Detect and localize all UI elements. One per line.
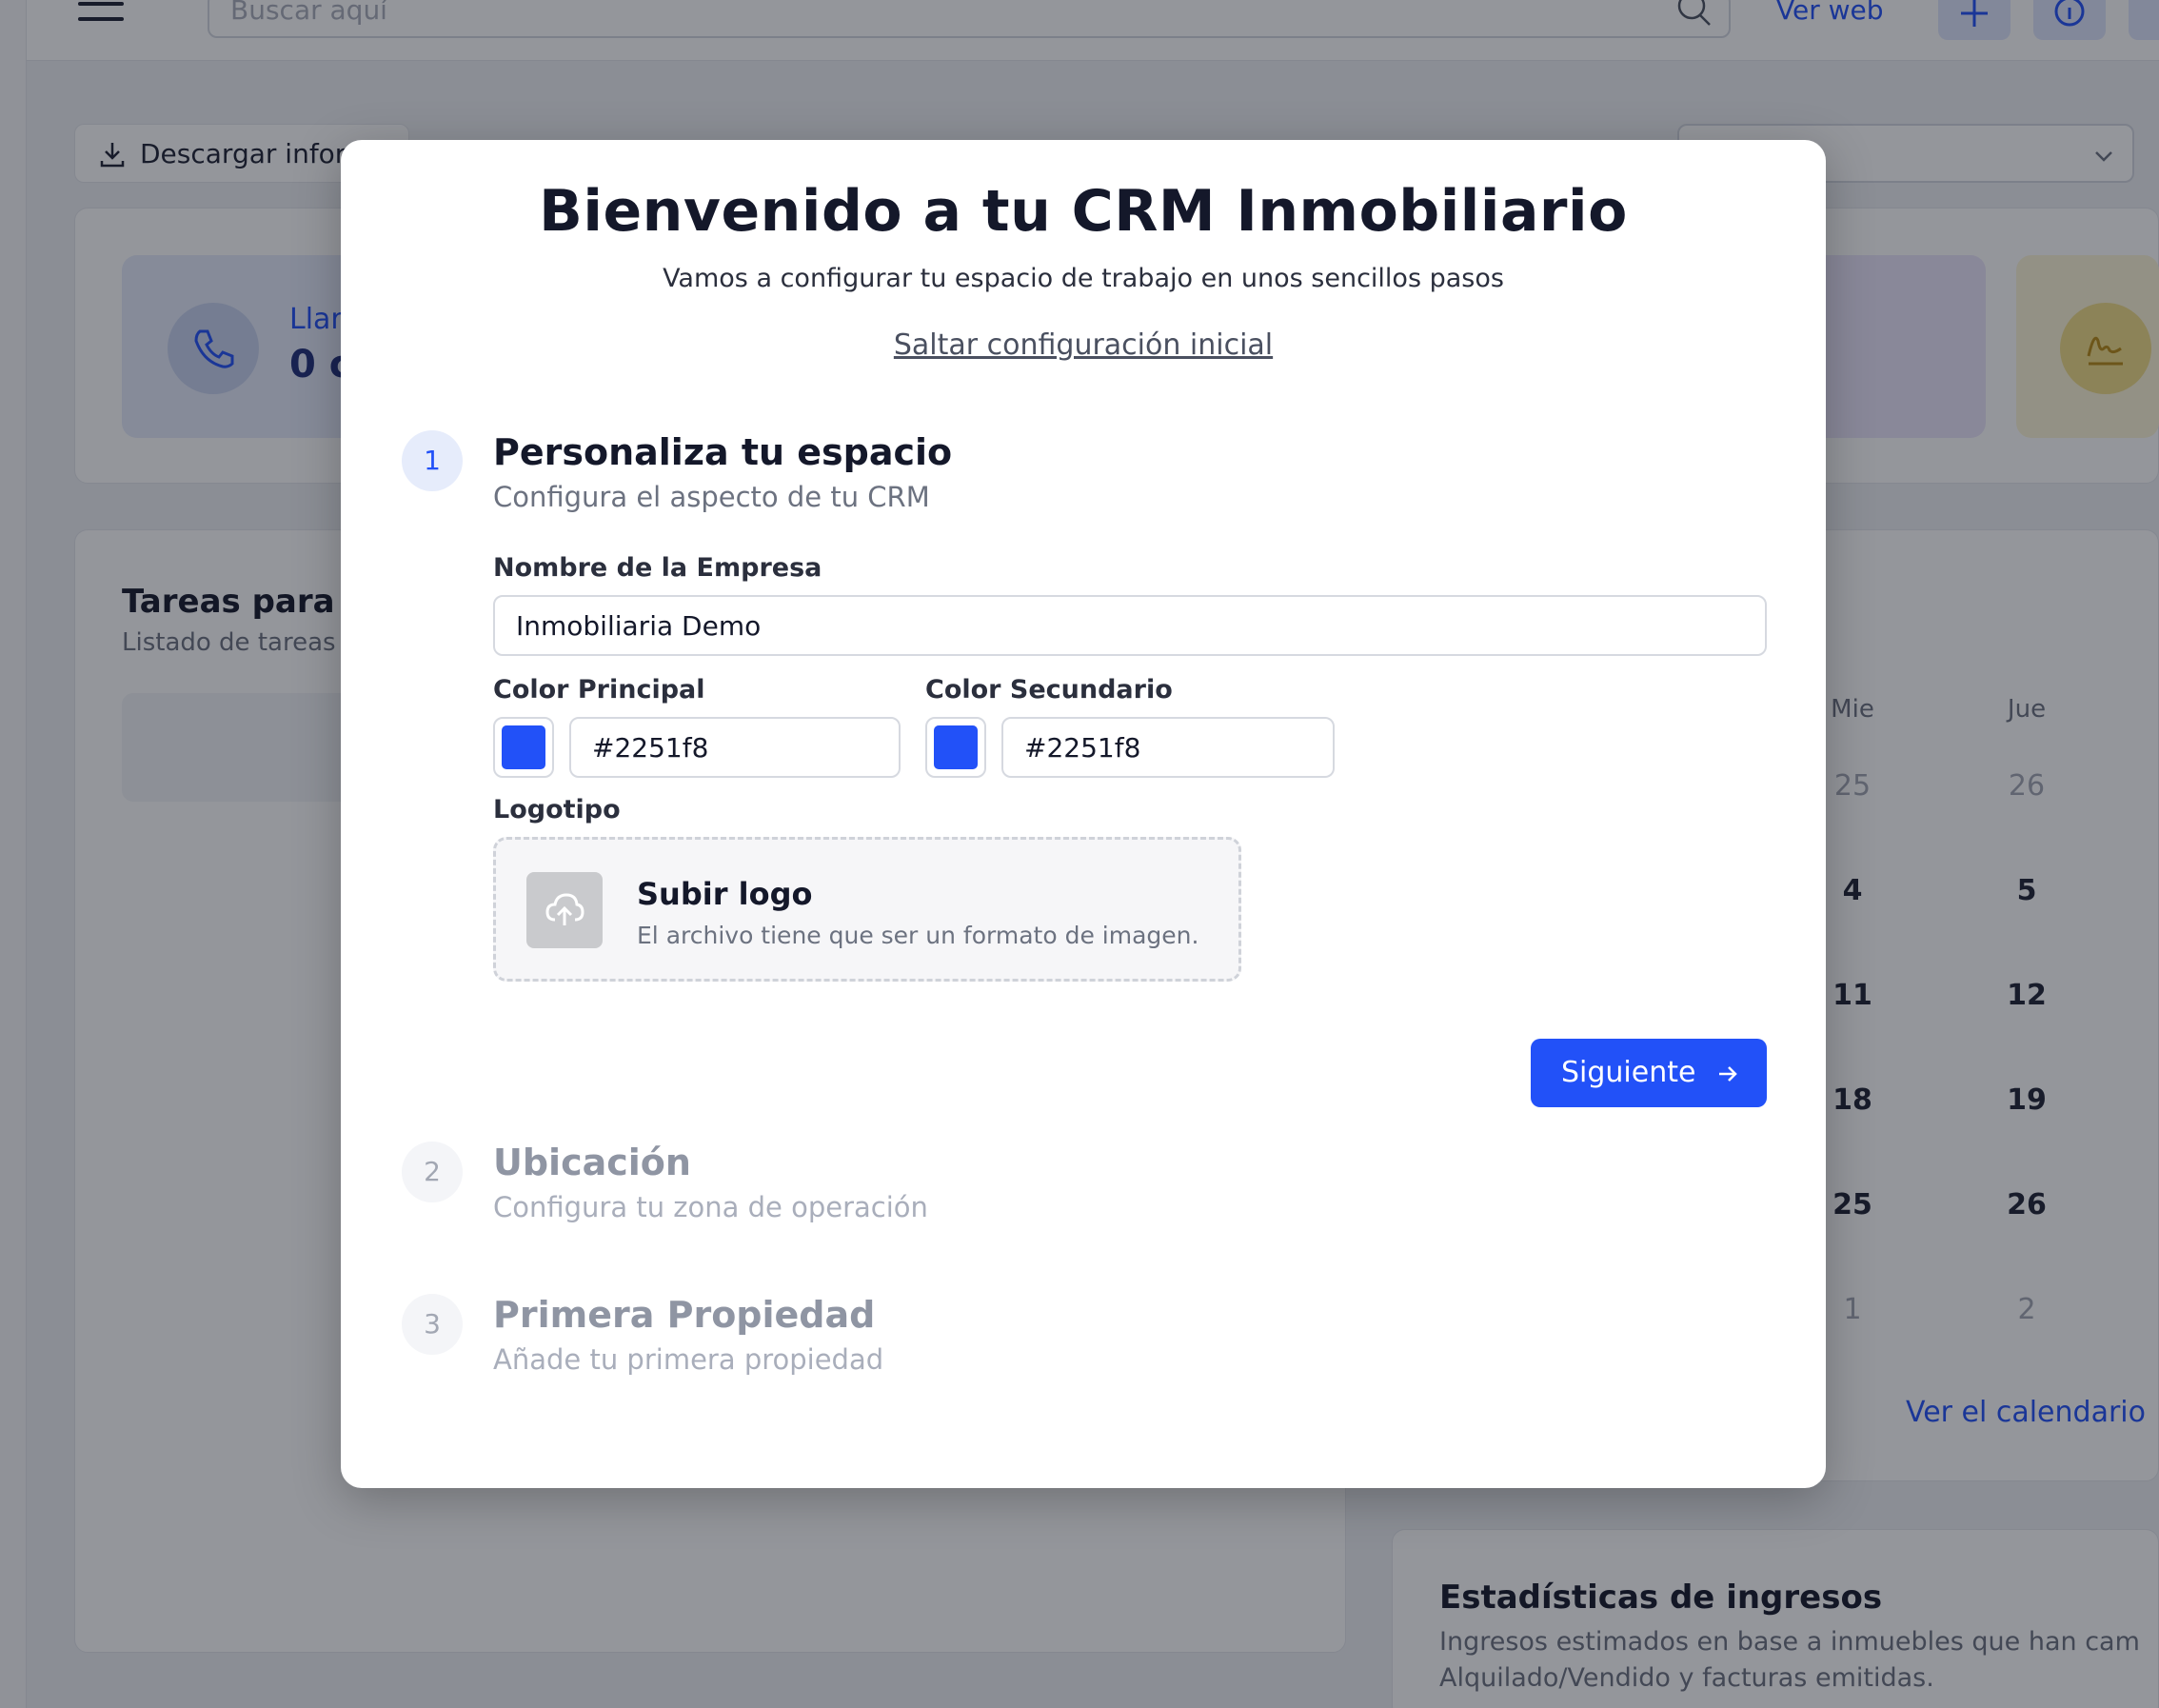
onboarding-modal: Bienvenido a tu CRM Inmobiliario Vamos a… <box>341 140 1826 1488</box>
primary-color-picker[interactable] <box>493 717 554 778</box>
skip-setup-link[interactable]: Saltar configuración inicial <box>894 328 1273 362</box>
logo-label: Logotipo <box>493 795 621 824</box>
step-3-number: 3 <box>402 1294 463 1355</box>
primary-color-swatch <box>502 725 545 769</box>
arrow-right-icon <box>1719 1066 1737 1082</box>
step-1-description: Configura el aspecto de tu CRM <box>493 481 930 513</box>
next-button[interactable]: Siguiente <box>1531 1039 1767 1107</box>
company-name-label: Nombre de la Empresa <box>493 553 822 583</box>
step-1-number: 1 <box>402 430 463 491</box>
secondary-color-swatch <box>934 725 978 769</box>
step-3-description: Añade tu primera propiedad <box>493 1343 884 1376</box>
upload-description: El archivo tiene que ser un formato de i… <box>637 922 1199 949</box>
step-2-title: Ubicación <box>493 1142 691 1183</box>
primary-color-label: Color Principal <box>493 675 705 705</box>
upload-title: Subir logo <box>637 876 813 912</box>
next-button-label: Siguiente <box>1561 1056 1696 1089</box>
logo-upload-dropzone[interactable]: Subir logo El archivo tiene que ser un f… <box>493 837 1241 982</box>
skip-setup-container: Saltar configuración inicial <box>341 328 1826 362</box>
step-2-description: Configura tu zona de operación <box>493 1191 928 1223</box>
step-3-title: Primera Propiedad <box>493 1294 876 1336</box>
secondary-color-picker[interactable] <box>925 717 986 778</box>
secondary-color-input[interactable] <box>1001 717 1335 778</box>
step-2-number: 2 <box>402 1142 463 1202</box>
modal-subtitle: Vamos a configurar tu espacio de trabajo… <box>663 264 1504 293</box>
primary-color-input[interactable] <box>569 717 901 778</box>
secondary-color-label: Color Secundario <box>925 675 1173 705</box>
modal-title: Bienvenido a tu CRM Inmobiliario <box>539 178 1628 245</box>
cloud-upload-icon <box>526 872 603 948</box>
company-name-input[interactable] <box>493 595 1767 656</box>
step-1-title: Personaliza tu espacio <box>493 431 953 473</box>
